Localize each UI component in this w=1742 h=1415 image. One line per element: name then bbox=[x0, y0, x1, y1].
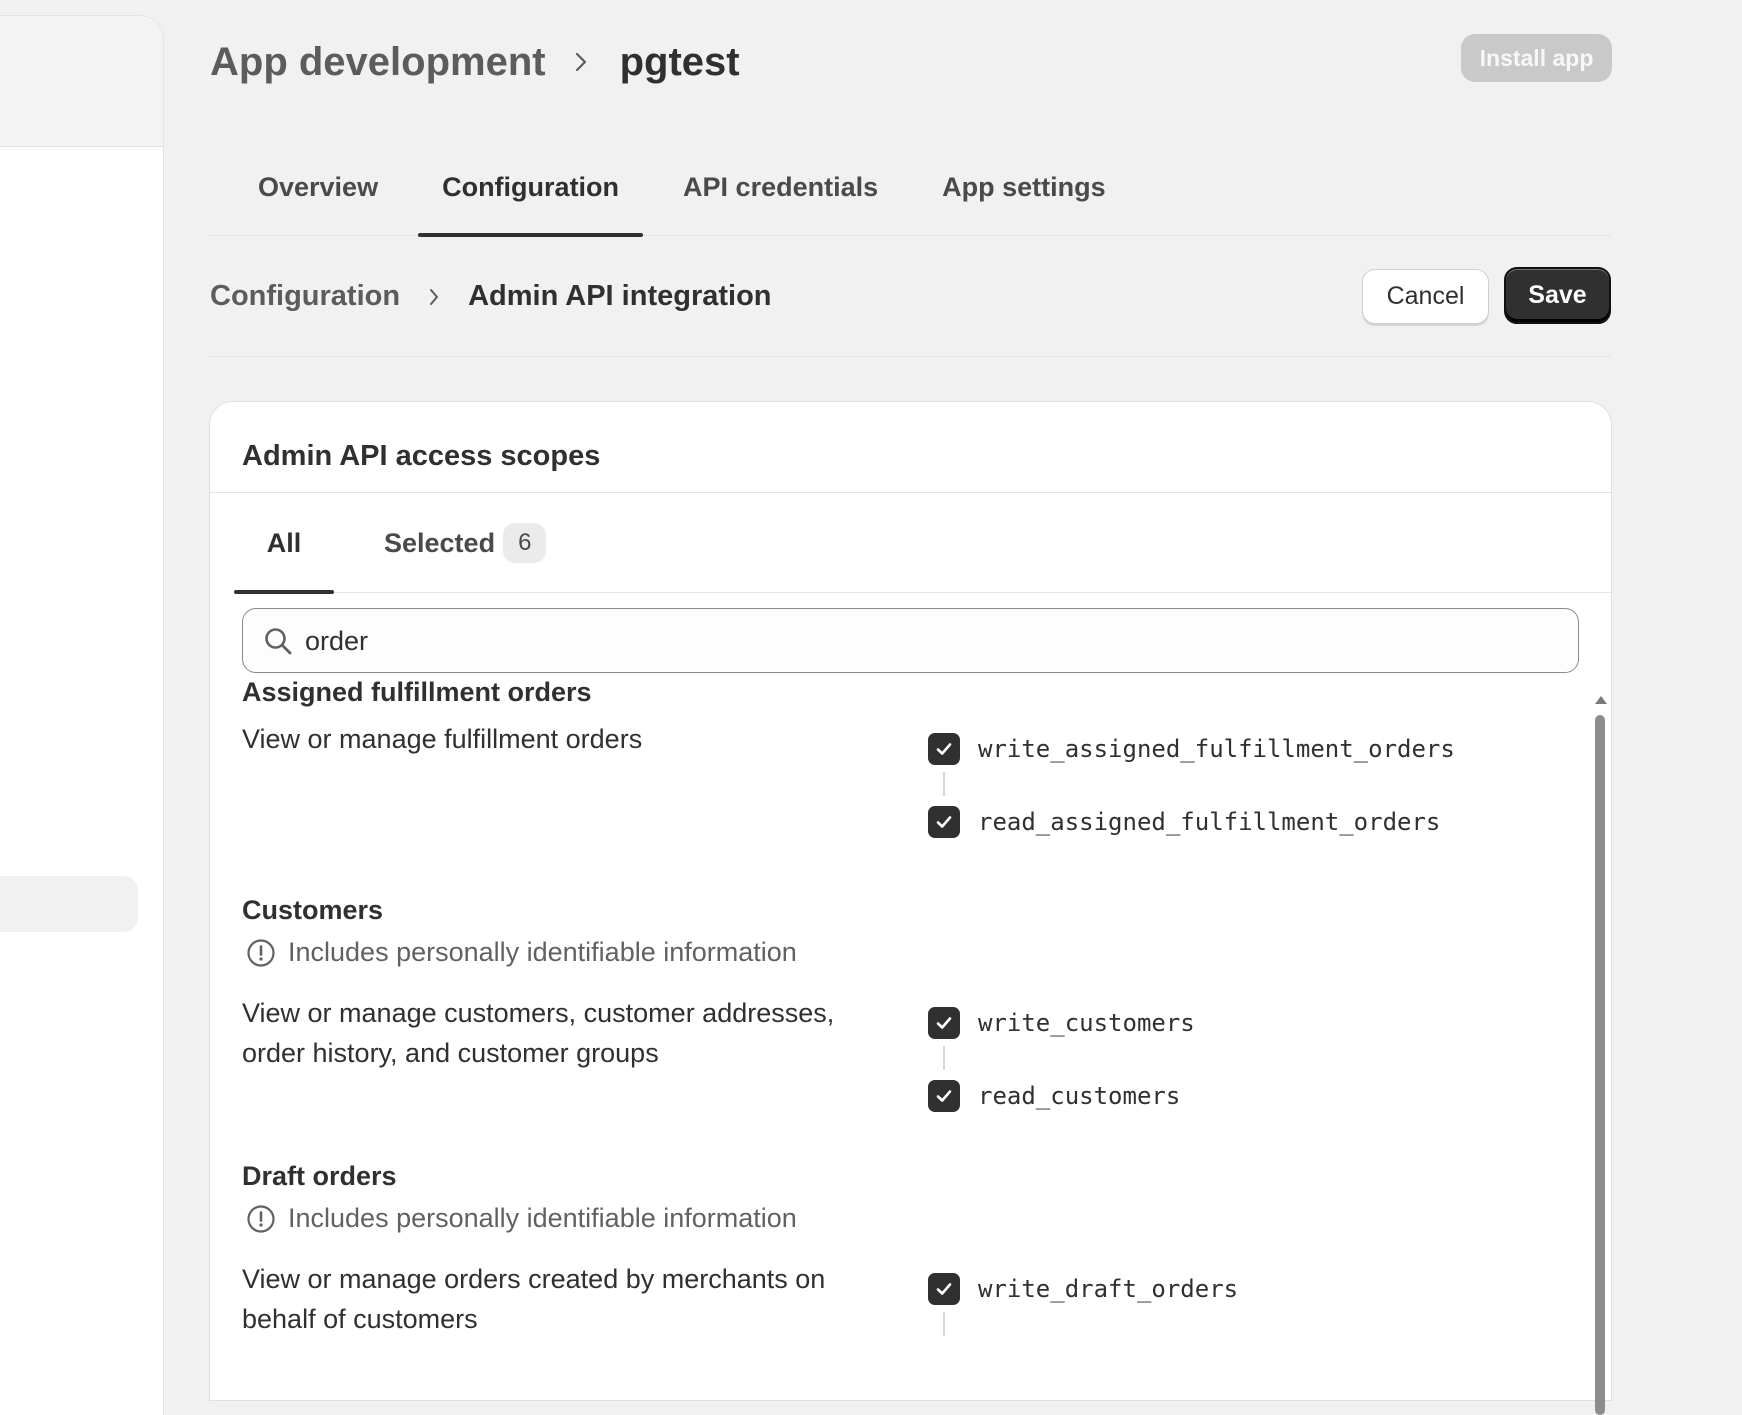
checkbox-checked[interactable] bbox=[928, 806, 960, 838]
tab-all-label: All bbox=[266, 527, 302, 558]
breadcrumb-app-development[interactable]: App development bbox=[210, 40, 546, 85]
scope-connector bbox=[943, 1046, 945, 1070]
search-field[interactable] bbox=[242, 608, 1579, 673]
breadcrumb-configuration[interactable]: Configuration bbox=[210, 280, 400, 313]
alert-circle-icon bbox=[247, 938, 275, 967]
tab-api-credentials[interactable]: API credentials bbox=[659, 152, 902, 236]
sidebar bbox=[0, 15, 164, 1415]
card-title: Admin API access scopes bbox=[242, 440, 601, 472]
alert-circle-icon bbox=[247, 1204, 275, 1233]
scope-tabs: All Selected 6 bbox=[234, 493, 1611, 594]
checkmark-icon bbox=[936, 1283, 952, 1295]
main-content: App development pgtest Install app Overv… bbox=[209, 0, 1612, 1415]
scope-item[interactable]: read_assigned_fulfillment_orders bbox=[928, 806, 1440, 838]
selected-count-badge: 6 bbox=[503, 523, 547, 563]
checkmark-icon bbox=[936, 743, 952, 755]
sidebar-item-active[interactable] bbox=[0, 876, 138, 932]
scope-connector bbox=[943, 1312, 945, 1336]
checkbox-checked[interactable] bbox=[928, 1273, 960, 1305]
chevron-right-icon bbox=[574, 51, 588, 73]
tab-all[interactable]: All bbox=[234, 493, 334, 594]
scope-item[interactable]: write_assigned_fulfillment_orders bbox=[928, 733, 1455, 765]
search-input[interactable] bbox=[305, 619, 1505, 663]
checkmark-icon bbox=[936, 1090, 952, 1102]
scope-name: read_assigned_fulfillment_orders bbox=[978, 808, 1441, 836]
page-title: pgtest bbox=[619, 39, 740, 84]
group-title: Assigned fulfillment orders bbox=[242, 677, 592, 707]
sub-header: Configuration Admin API integration Canc… bbox=[209, 236, 1611, 357]
scope-item[interactable]: write_draft_orders bbox=[928, 1273, 1238, 1305]
group-description: View or manage fulfillment orders bbox=[242, 724, 643, 754]
section-title: Admin API integration bbox=[468, 280, 772, 312]
scope-item[interactable]: read_customers bbox=[928, 1080, 1180, 1112]
save-button[interactable]: Save bbox=[1504, 267, 1611, 324]
tab-overview[interactable]: Overview bbox=[209, 152, 402, 236]
checkbox-checked[interactable] bbox=[928, 1007, 960, 1039]
scope-item[interactable]: write_customers bbox=[928, 1007, 1195, 1039]
pii-notice: Includes personally identifiable informa… bbox=[246, 1203, 797, 1234]
chevron-right-icon bbox=[428, 287, 440, 307]
scope-name: read_customers bbox=[978, 1082, 1181, 1110]
group-description: View or manage orders created by merchan… bbox=[242, 1264, 826, 1334]
sub-breadcrumb: Configuration Admin API integration bbox=[210, 280, 772, 313]
install-app-button[interactable]: Install app bbox=[1461, 34, 1612, 82]
pii-text: Includes personally identifiable informa… bbox=[288, 1203, 797, 1233]
tab-configuration[interactable]: Configuration bbox=[418, 152, 644, 237]
group-title: Customers bbox=[242, 895, 384, 925]
access-scopes-card: Admin API access scopes All Selected 6 A… bbox=[209, 401, 1612, 1415]
group-title: Draft orders bbox=[242, 1161, 397, 1191]
scope-connector bbox=[943, 772, 945, 796]
pii-text: Includes personally identifiable informa… bbox=[288, 937, 797, 967]
pii-notice: Includes personally identifiable informa… bbox=[246, 937, 797, 968]
scroll-up-arrow-icon[interactable] bbox=[1594, 695, 1608, 705]
search-icon bbox=[265, 628, 292, 655]
tab-app-settings[interactable]: App settings bbox=[918, 152, 1130, 236]
page-breadcrumb: App development pgtest bbox=[210, 36, 740, 88]
tab-selected[interactable]: Selected 6 bbox=[384, 493, 547, 593]
app-tabs: Overview Configuration API credentials A… bbox=[209, 152, 1611, 237]
checkmark-icon bbox=[936, 816, 952, 828]
checkbox-checked[interactable] bbox=[928, 1080, 960, 1112]
sidebar-header bbox=[0, 16, 163, 147]
tab-selected-label: Selected bbox=[384, 527, 496, 558]
checkbox-checked[interactable] bbox=[928, 733, 960, 765]
scope-name: write_customers bbox=[978, 1009, 1195, 1037]
scope-name: write_assigned_fulfillment_orders bbox=[978, 735, 1455, 763]
scrollbar-thumb[interactable] bbox=[1595, 715, 1605, 1415]
scope-name: write_draft_orders bbox=[978, 1275, 1239, 1303]
checkmark-icon bbox=[936, 1017, 952, 1029]
group-description: View or manage customers, customer addre… bbox=[242, 998, 835, 1068]
cancel-button[interactable]: Cancel bbox=[1362, 269, 1489, 324]
